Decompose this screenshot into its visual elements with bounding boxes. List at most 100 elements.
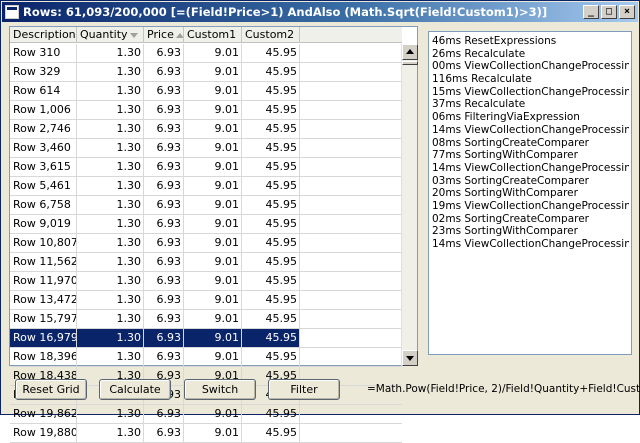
table-cell[interactable]: 9.01 [184,424,242,442]
table-row[interactable]: Row 19,880 1.30 6.93 9.01 45.95 [10,424,402,443]
timing-log[interactable]: 46ms ResetExpressions 26ms Recalculate 00m… [428,31,632,355]
table-row[interactable]: Row 3,460 1.30 6.93 9.01 45.95 [10,139,402,158]
table-row[interactable]: Row 16,979 1.30 6.93 9.01 45.95 [10,329,402,348]
table-row[interactable]: Row 11,562 1.30 6.93 9.01 45.95 [10,253,402,272]
table-cell[interactable]: 1.30 [77,234,144,252]
table-cell[interactable]: Row 310 [10,44,77,62]
table-cell[interactable]: 45.95 [242,291,300,309]
table-cell[interactable]: 9.01 [184,63,242,81]
table-cell[interactable]: 9.01 [184,82,242,100]
table-cell[interactable]: 6.93 [144,177,184,195]
table-row[interactable]: Row 10,807 1.30 6.93 9.01 45.95 [10,234,402,253]
table-cell[interactable]: 45.95 [242,405,300,423]
table-cell[interactable]: 1.30 [77,139,144,157]
scroll-thumb[interactable] [402,61,418,65]
table-cell[interactable]: 45.95 [242,215,300,233]
table-cell[interactable]: 45.95 [242,44,300,62]
table-cell[interactable]: 45.95 [242,329,300,347]
scroll-up-button[interactable] [402,44,418,60]
table-row[interactable]: Row 5,461 1.30 6.93 9.01 45.95 [10,177,402,196]
table-cell[interactable]: 6.93 [144,196,184,214]
table-cell[interactable]: Row 3,460 [10,139,77,157]
table-cell[interactable]: 1.30 [77,329,144,347]
table-row[interactable]: Row 1,006 1.30 6.93 9.01 45.95 [10,101,402,120]
table-cell[interactable]: 6.93 [144,101,184,119]
table-cell[interactable]: 6.93 [144,215,184,233]
table-cell[interactable]: Row 19,862 [10,405,77,423]
table-cell[interactable]: 45.95 [242,101,300,119]
table-cell[interactable]: 9.01 [184,253,242,271]
table-cell[interactable]: Row 19,880 [10,424,77,442]
table-cell[interactable]: 45.95 [242,158,300,176]
table-cell[interactable]: 45.95 [242,348,300,366]
column-header-price[interactable]: Price [144,27,184,43]
table-cell[interactable]: 45.95 [242,82,300,100]
table-cell[interactable]: 9.01 [184,348,242,366]
table-row[interactable]: Row 18,396 1.30 6.93 9.01 45.95 [10,348,402,367]
table-cell[interactable]: 9.01 [184,158,242,176]
table-cell[interactable]: 1.30 [77,63,144,81]
calculate-button[interactable]: Calculate [99,379,171,400]
scroll-down-button[interactable] [402,350,418,366]
reset-grid-button[interactable]: Reset Grid [15,379,87,400]
column-header-custom2[interactable]: Custom2 [242,27,300,43]
table-row[interactable]: Row 15,797 1.30 6.93 9.01 45.95 [10,310,402,329]
table-cell[interactable]: Row 16,979 [10,329,77,347]
table-cell[interactable]: 45.95 [242,139,300,157]
table-cell[interactable]: 1.30 [77,196,144,214]
table-cell[interactable]: 9.01 [184,215,242,233]
table-cell[interactable]: Row 9,019 [10,215,77,233]
table-cell[interactable]: 6.93 [144,44,184,62]
table-cell[interactable]: 6.93 [144,424,184,442]
table-row[interactable]: Row 329 1.30 6.93 9.01 45.95 [10,63,402,82]
table-cell[interactable]: Row 2,746 [10,120,77,138]
table-cell[interactable]: Row 13,472 [10,291,77,309]
table-cell[interactable]: 1.30 [77,310,144,328]
table-cell[interactable]: 6.93 [144,405,184,423]
column-header-description[interactable]: Description [10,27,77,43]
table-cell[interactable]: Row 11,562 [10,253,77,271]
table-cell[interactable]: Row 3,615 [10,158,77,176]
table-cell[interactable]: 45.95 [242,272,300,290]
table-cell[interactable]: 6.93 [144,139,184,157]
table-cell[interactable]: 45.95 [242,63,300,81]
table-row[interactable]: Row 614 1.30 6.93 9.01 45.95 [10,82,402,101]
table-row[interactable]: Row 2,746 1.30 6.93 9.01 45.95 [10,120,402,139]
table-cell[interactable]: 9.01 [184,101,242,119]
table-cell[interactable]: 6.93 [144,234,184,252]
table-cell[interactable]: 6.93 [144,253,184,271]
table-cell[interactable]: 45.95 [242,177,300,195]
table-cell[interactable]: 1.30 [77,424,144,442]
table-cell[interactable]: 6.93 [144,329,184,347]
table-cell[interactable]: 1.30 [77,120,144,138]
vertical-scrollbar[interactable] [401,44,418,366]
table-cell[interactable]: 6.93 [144,82,184,100]
table-cell[interactable]: 45.95 [242,424,300,442]
table-cell[interactable]: 9.01 [184,234,242,252]
table-cell[interactable]: Row 614 [10,82,77,100]
table-cell[interactable]: 6.93 [144,63,184,81]
close-button[interactable]: × [619,5,635,19]
table-cell[interactable]: Row 10,807 [10,234,77,252]
table-cell[interactable]: 1.30 [77,272,144,290]
table-cell[interactable]: 6.93 [144,158,184,176]
table-cell[interactable]: 9.01 [184,310,242,328]
table-cell[interactable]: 6.93 [144,120,184,138]
table-cell[interactable]: 1.30 [77,405,144,423]
table-cell[interactable]: 9.01 [184,139,242,157]
table-cell[interactable]: 1.30 [77,158,144,176]
table-cell[interactable]: 1.30 [77,291,144,309]
table-cell[interactable]: Row 1,006 [10,101,77,119]
table-cell[interactable]: 9.01 [184,196,242,214]
table-cell[interactable]: 9.01 [184,120,242,138]
table-cell[interactable]: Row 18,396 [10,348,77,366]
table-cell[interactable]: 45.95 [242,234,300,252]
title-bar[interactable]: Rows: 61,093/200,000 [=(Field!Price>1) A… [2,2,638,22]
column-header-quantity[interactable]: Quantity [77,27,144,43]
table-cell[interactable]: 6.93 [144,291,184,309]
maximize-button[interactable]: □ [601,5,617,19]
table-cell[interactable]: 9.01 [184,177,242,195]
table-cell[interactable]: 45.95 [242,253,300,271]
table-cell[interactable]: 1.30 [77,253,144,271]
table-cell[interactable]: 9.01 [184,291,242,309]
